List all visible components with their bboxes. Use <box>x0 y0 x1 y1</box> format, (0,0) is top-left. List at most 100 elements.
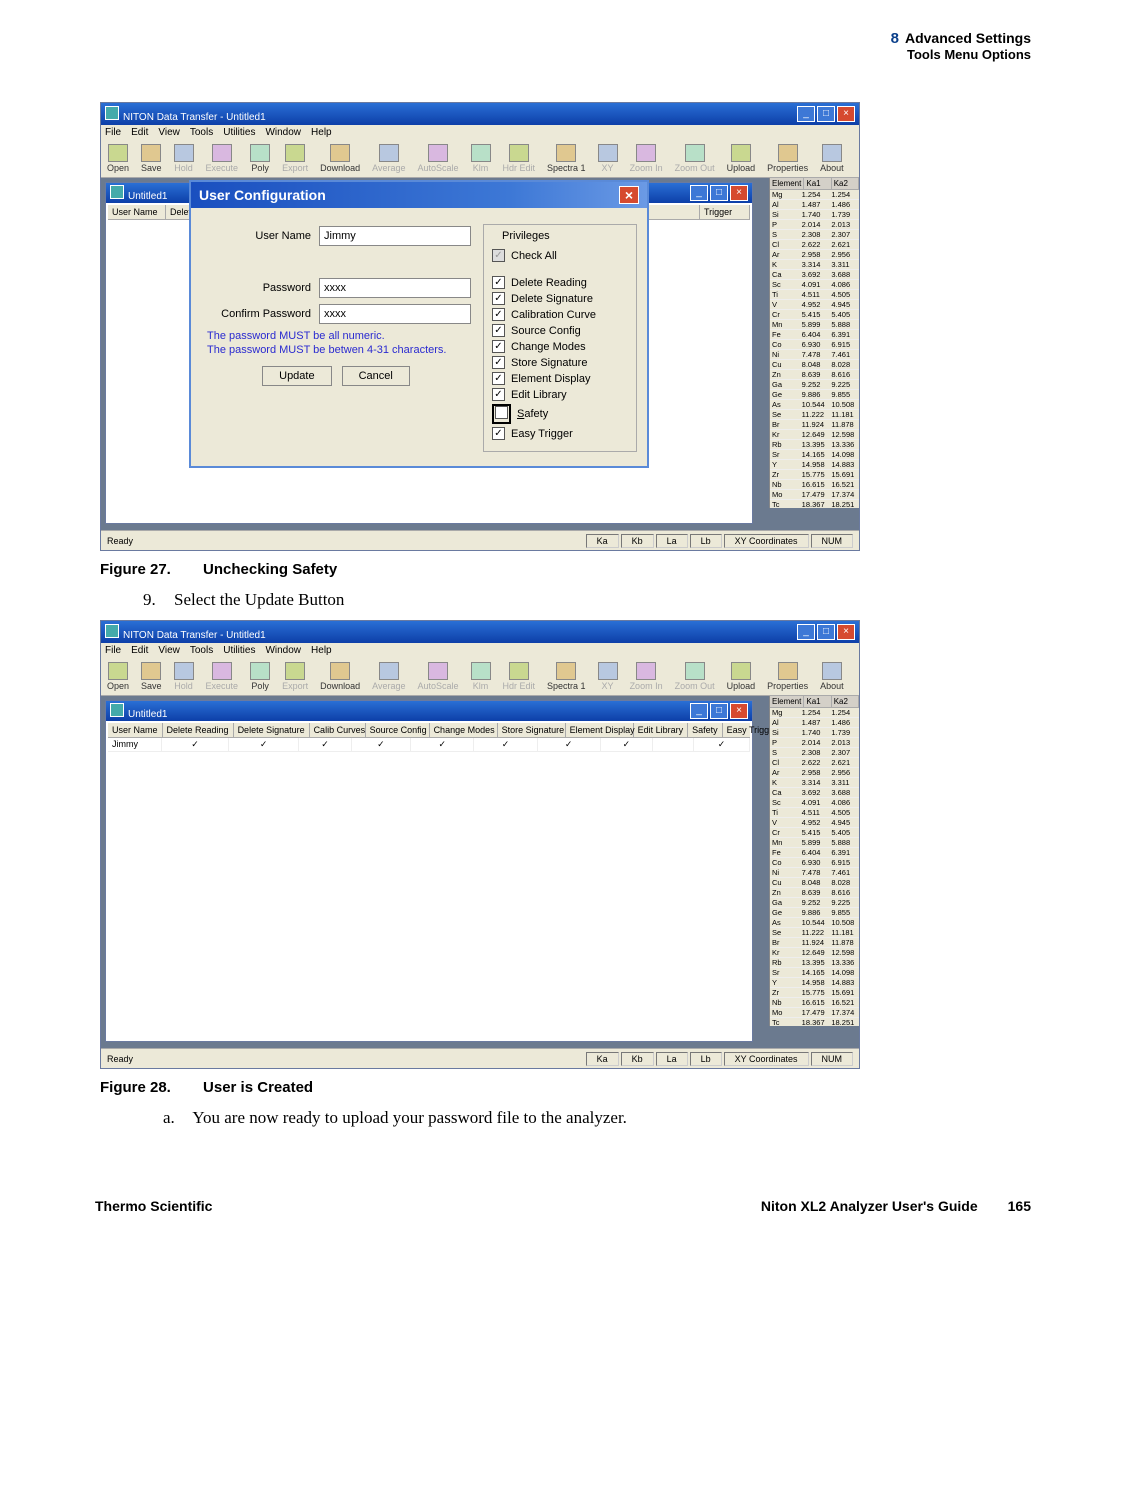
element-row[interactable]: Rb13.39513.336 <box>770 958 859 968</box>
close-button[interactable]: × <box>837 106 855 122</box>
priv-checkbox[interactable]: ✓ <box>492 276 505 289</box>
toolbar-download[interactable]: Download <box>318 661 362 692</box>
toolbar-about[interactable]: About <box>818 661 846 692</box>
app2-minimize-button[interactable]: _ <box>797 624 815 640</box>
element-row[interactable]: Br11.92411.878 <box>770 938 859 948</box>
priv-safety[interactable]: Safety <box>492 404 628 424</box>
doc2-close-button[interactable]: × <box>730 703 748 719</box>
element-row[interactable]: Al1.4871.486 <box>770 200 859 210</box>
element-row[interactable]: S2.3082.307 <box>770 230 859 240</box>
col-user-name[interactable]: User Name <box>108 723 163 737</box>
element-row[interactable]: Mo17.47917.374 <box>770 1008 859 1018</box>
elem2-col-ka2[interactable]: Ka2 <box>832 696 859 707</box>
doc-maximize-button[interactable]: □ <box>710 185 728 201</box>
toolbar-download[interactable]: Download <box>318 143 362 174</box>
element-row[interactable]: Kr12.64912.598 <box>770 430 859 440</box>
element-row[interactable]: Mo17.47917.374 <box>770 490 859 500</box>
col-element-display[interactable]: Element Display <box>566 723 634 737</box>
doc2-titlebar[interactable]: Untitled1 _ □ × <box>106 701 752 721</box>
element-row[interactable]: Y14.95814.883 <box>770 978 859 988</box>
element-row[interactable]: V4.9524.945 <box>770 300 859 310</box>
priv-checkbox[interactable]: ✓ <box>492 388 505 401</box>
element-row[interactable]: Cu8.0488.028 <box>770 878 859 888</box>
toolbar-poly[interactable]: Poly <box>248 143 272 174</box>
menu-window[interactable]: Window <box>265 127 301 138</box>
user-table-row[interactable]: Jimmy✓✓✓✓✓✓✓✓✓ <box>108 738 750 752</box>
menu-tools[interactable]: Tools <box>190 127 213 138</box>
element-row[interactable]: Tc18.36718.251 <box>770 1018 859 1026</box>
element-row[interactable]: Cu8.0488.028 <box>770 360 859 370</box>
priv-checkbox[interactable]: ✓ <box>492 340 505 353</box>
menu-file[interactable]: File <box>105 127 121 138</box>
toolbar-save[interactable]: Save <box>139 661 164 692</box>
menu-file[interactable]: File <box>105 645 121 656</box>
elem2-col-element[interactable]: Element <box>770 696 804 707</box>
priv-checkbox[interactable]: ✓ <box>492 324 505 337</box>
priv-checkbox[interactable]: ✓ <box>492 356 505 369</box>
priv-checkbox[interactable]: ✓ <box>492 308 505 321</box>
toolbar-open[interactable]: Open <box>105 143 131 174</box>
element-row[interactable]: Cr5.4155.405 <box>770 828 859 838</box>
element-row[interactable]: Nb16.61516.521 <box>770 998 859 1008</box>
app2-titlebar[interactable]: NITON Data Transfer - Untitled1 _ □ × <box>101 621 859 643</box>
priv-delete-reading[interactable]: ✓Delete Reading <box>492 276 628 289</box>
element-row[interactable]: Ga9.2529.225 <box>770 380 859 390</box>
priv-checkbox[interactable] <box>495 406 508 419</box>
element-row[interactable]: P2.0142.013 <box>770 738 859 748</box>
element-row[interactable]: Zn8.6398.616 <box>770 888 859 898</box>
element-row[interactable]: Zr15.77515.691 <box>770 988 859 998</box>
toolbar-open[interactable]: Open <box>105 661 131 692</box>
confirm-password-input[interactable] <box>319 304 471 324</box>
app2-close-button[interactable]: × <box>837 624 855 640</box>
element-row[interactable]: As10.54410.508 <box>770 918 859 928</box>
element-row[interactable]: Sc4.0914.086 <box>770 798 859 808</box>
element-row[interactable]: Cl2.6222.621 <box>770 758 859 768</box>
element-row[interactable]: Ca3.6923.688 <box>770 788 859 798</box>
element-row[interactable]: Ge9.8869.855 <box>770 908 859 918</box>
maximize-button[interactable]: □ <box>817 106 835 122</box>
element-row[interactable]: Si1.7401.739 <box>770 728 859 738</box>
col-change-modes[interactable]: Change Modes <box>430 723 498 737</box>
element-row[interactable]: Nb16.61516.521 <box>770 480 859 490</box>
element-row[interactable]: V4.9524.945 <box>770 818 859 828</box>
element-row[interactable]: Ga9.2529.225 <box>770 898 859 908</box>
element-row[interactable]: Ti4.5114.505 <box>770 290 859 300</box>
element-row[interactable]: Ti4.5114.505 <box>770 808 859 818</box>
priv-calibration-curve[interactable]: ✓Calibration Curve <box>492 308 628 321</box>
elem-col-ka2[interactable]: Ka2 <box>832 178 859 189</box>
col-store-signature[interactable]: Store Signature <box>498 723 566 737</box>
priv-easy-trigger[interactable]: ✓Easy Trigger <box>492 427 628 440</box>
username-input[interactable] <box>319 226 471 246</box>
element-row[interactable]: Br11.92411.878 <box>770 420 859 430</box>
menu-window[interactable]: Window <box>265 645 301 656</box>
menu-view[interactable]: View <box>158 127 180 138</box>
col-calib-curves[interactable]: Calib Curves <box>310 723 366 737</box>
priv-delete-signature[interactable]: ✓Delete Signature <box>492 292 628 305</box>
element-row[interactable]: Ar2.9582.956 <box>770 250 859 260</box>
element-row[interactable]: K3.3143.311 <box>770 778 859 788</box>
check-all[interactable]: ✓ Check All <box>492 249 628 262</box>
element-row[interactable]: P2.0142.013 <box>770 220 859 230</box>
update-button[interactable]: Update <box>262 366 331 386</box>
element-row[interactable]: Zn8.6398.616 <box>770 370 859 380</box>
element-row[interactable]: Mn5.8995.888 <box>770 838 859 848</box>
element-row[interactable]: Sr14.16514.098 <box>770 450 859 460</box>
element-row[interactable]: K3.3143.311 <box>770 260 859 270</box>
priv-source-config[interactable]: ✓Source Config <box>492 324 628 337</box>
element-row[interactable]: Ar2.9582.956 <box>770 768 859 778</box>
menu-help[interactable]: Help <box>311 645 332 656</box>
cancel-button[interactable]: Cancel <box>342 366 410 386</box>
toolbar-upload[interactable]: Upload <box>725 143 758 174</box>
element-row[interactable]: Kr12.64912.598 <box>770 948 859 958</box>
menu-edit[interactable]: Edit <box>131 645 148 656</box>
element-row[interactable]: Si1.7401.739 <box>770 210 859 220</box>
priv-checkbox[interactable]: ✓ <box>492 427 505 440</box>
col-source-config[interactable]: Source Config <box>366 723 430 737</box>
element-row[interactable]: Fe6.4046.391 <box>770 848 859 858</box>
toolbar-spectra-1[interactable]: Spectra 1 <box>545 143 588 174</box>
element-row[interactable]: Tc18.36718.251 <box>770 500 859 508</box>
element-row[interactable]: Sr14.16514.098 <box>770 968 859 978</box>
element-row[interactable]: Al1.4871.486 <box>770 718 859 728</box>
toolbar-upload[interactable]: Upload <box>725 661 758 692</box>
elem-col-element[interactable]: Element <box>770 178 804 189</box>
